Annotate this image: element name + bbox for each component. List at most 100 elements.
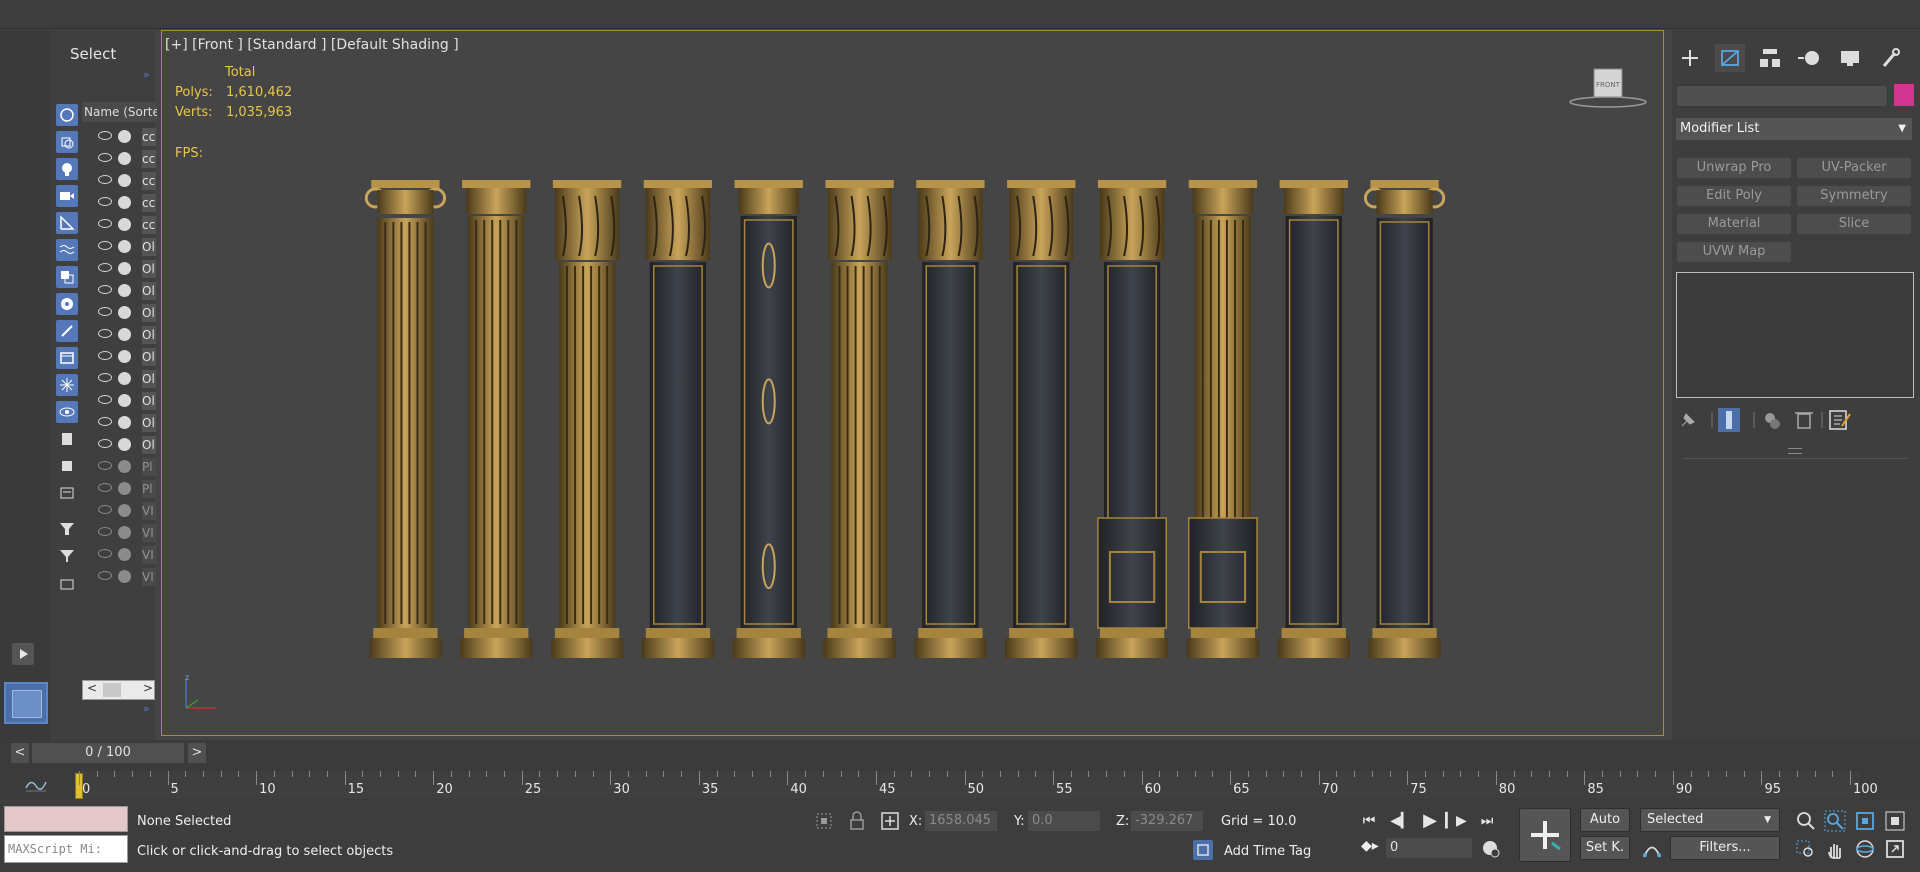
cameras-icon[interactable] bbox=[56, 185, 78, 207]
list-item[interactable]: Ol bbox=[82, 280, 156, 301]
freeze-dot-icon[interactable] bbox=[118, 152, 131, 165]
make-unique-icon[interactable] bbox=[1765, 413, 1780, 429]
motion-tab[interactable] bbox=[1795, 44, 1825, 72]
key-filter-dropdown[interactable]: Selected ▼ bbox=[1640, 808, 1780, 832]
slice-button[interactable]: Slice bbox=[1797, 214, 1911, 234]
containers-icon[interactable] bbox=[56, 347, 78, 369]
set-key-button[interactable]: Set K. bbox=[1580, 836, 1630, 860]
frozen-icon[interactable] bbox=[56, 374, 78, 396]
viewport-label[interactable]: [+] [Front ] [Standard ] [Default Shadin… bbox=[165, 37, 459, 53]
pan-icon[interactable] bbox=[1824, 838, 1846, 860]
visibility-eye-icon[interactable] bbox=[98, 351, 112, 360]
freeze-dot-icon[interactable] bbox=[118, 196, 131, 209]
freeze-dot-icon[interactable] bbox=[118, 372, 131, 385]
show-end-result-icon[interactable] bbox=[1718, 408, 1740, 432]
create-tab[interactable] bbox=[1675, 44, 1705, 72]
maxscript-listener-output[interactable] bbox=[4, 806, 128, 832]
z-coordinate-field[interactable]: -329.267 bbox=[1131, 811, 1203, 831]
list-item[interactable]: cc bbox=[82, 214, 156, 235]
time-config-icon[interactable] bbox=[1480, 838, 1502, 860]
freeze-dot-icon[interactable] bbox=[118, 174, 131, 187]
visibility-eye-icon[interactable] bbox=[98, 197, 112, 206]
remove-modifier-icon[interactable] bbox=[1795, 412, 1813, 429]
name-column-header[interactable]: Name (Sorte bbox=[82, 102, 157, 122]
add-time-tag-button[interactable]: Add Time Tag bbox=[1224, 844, 1311, 859]
absolute-mode-icon[interactable] bbox=[879, 810, 901, 832]
unwrap-pro-button[interactable]: Unwrap Pro bbox=[1677, 158, 1791, 178]
visibility-eye-icon[interactable] bbox=[98, 483, 112, 492]
visibility-eye-icon[interactable] bbox=[98, 373, 112, 382]
freeze-dot-icon[interactable] bbox=[118, 504, 131, 517]
scroll-thumb[interactable] bbox=[103, 683, 121, 697]
freeze-dot-icon[interactable] bbox=[118, 570, 131, 583]
column-model[interactable] bbox=[641, 180, 715, 658]
list-item[interactable]: Ol bbox=[82, 324, 156, 345]
symmetry-button[interactable]: Symmetry bbox=[1797, 186, 1911, 206]
sheet-icon[interactable] bbox=[56, 482, 78, 504]
previous-frame-icon[interactable]: ◀▎ bbox=[1389, 810, 1413, 832]
orbit-icon[interactable] bbox=[1854, 838, 1876, 860]
list-item[interactable]: Ol bbox=[82, 302, 156, 323]
hidden-icon[interactable] bbox=[56, 401, 78, 423]
column-model[interactable] bbox=[823, 180, 896, 658]
list-item[interactable]: Ol bbox=[82, 434, 156, 455]
groups-icon[interactable] bbox=[56, 266, 78, 288]
visibility-eye-icon[interactable] bbox=[98, 329, 112, 338]
key-filters-button[interactable]: Filters... bbox=[1670, 836, 1780, 860]
modifier-list-dropdown[interactable]: Modifier List ▼ bbox=[1676, 118, 1912, 140]
list-item[interactable]: cc bbox=[82, 126, 156, 147]
list-item[interactable]: Pl bbox=[82, 478, 156, 499]
list-item[interactable]: Ol bbox=[82, 236, 156, 257]
collapse-chevron-icon[interactable]: » bbox=[143, 702, 150, 715]
visibility-eye-icon[interactable] bbox=[98, 571, 112, 580]
lights-icon[interactable] bbox=[56, 158, 78, 180]
freeze-dot-icon[interactable] bbox=[118, 548, 131, 561]
list-item[interactable]: Ol bbox=[82, 258, 156, 279]
visibility-eye-icon[interactable] bbox=[98, 241, 112, 250]
configure-sets-icon[interactable] bbox=[1829, 410, 1851, 430]
visibility-eye-icon[interactable] bbox=[98, 153, 112, 162]
panel-splitter[interactable] bbox=[1788, 448, 1802, 454]
freeze-dot-icon[interactable] bbox=[118, 262, 131, 275]
visibility-eye-icon[interactable] bbox=[98, 395, 112, 404]
maxscript-mini-listener[interactable]: MAXScript Mi: bbox=[4, 835, 128, 863]
layer-icon[interactable] bbox=[56, 455, 78, 477]
display-all-icon[interactable] bbox=[56, 104, 78, 126]
zoom-all-icon[interactable] bbox=[1824, 810, 1846, 832]
visibility-eye-icon[interactable] bbox=[98, 285, 112, 294]
column-model[interactable] bbox=[460, 180, 533, 658]
go-to-start-icon[interactable]: ⏮ bbox=[1357, 810, 1381, 832]
list-item[interactable]: cc bbox=[82, 148, 156, 169]
utilities-tab[interactable] bbox=[1875, 44, 1905, 72]
column-model[interactable] bbox=[1277, 180, 1350, 658]
expand-panel-button[interactable] bbox=[12, 643, 34, 665]
freeze-dot-icon[interactable] bbox=[118, 416, 131, 429]
visibility-eye-icon[interactable] bbox=[98, 263, 112, 272]
freeze-dot-icon[interactable] bbox=[118, 394, 131, 407]
hierarchy-tab[interactable] bbox=[1755, 44, 1785, 72]
freeze-dot-icon[interactable] bbox=[118, 240, 131, 253]
set-key-big-button[interactable] bbox=[1519, 808, 1571, 862]
auto-key-button[interactable]: Auto bbox=[1580, 808, 1630, 832]
zoom-icon[interactable] bbox=[1794, 810, 1816, 832]
field-of-view-icon[interactable] bbox=[1794, 838, 1816, 860]
visibility-eye-icon[interactable] bbox=[98, 439, 112, 448]
column-model[interactable] bbox=[1095, 180, 1169, 658]
viewport-layout-thumb[interactable] bbox=[4, 682, 48, 724]
column-model[interactable] bbox=[732, 180, 805, 658]
freeze-dot-icon[interactable] bbox=[118, 482, 131, 495]
key-tangents-icon[interactable] bbox=[1641, 838, 1663, 860]
explorer-title[interactable]: Select bbox=[70, 45, 116, 63]
key-mode-icon[interactable]: ◆▸ bbox=[1361, 838, 1379, 854]
zoom-extents-all-icon[interactable] bbox=[1884, 810, 1906, 832]
lock-selection-icon[interactable] bbox=[847, 810, 867, 832]
object-name-field[interactable] bbox=[1676, 85, 1888, 107]
visibility-eye-icon[interactable] bbox=[98, 175, 112, 184]
freeze-dot-icon[interactable] bbox=[118, 284, 131, 297]
list-item[interactable]: VI bbox=[82, 500, 156, 521]
filter-settings-icon[interactable] bbox=[56, 518, 78, 540]
freeze-dot-icon[interactable] bbox=[118, 328, 131, 341]
list-item[interactable]: VI bbox=[82, 544, 156, 565]
select-children-icon[interactable] bbox=[56, 572, 78, 594]
visibility-eye-icon[interactable] bbox=[98, 461, 112, 470]
